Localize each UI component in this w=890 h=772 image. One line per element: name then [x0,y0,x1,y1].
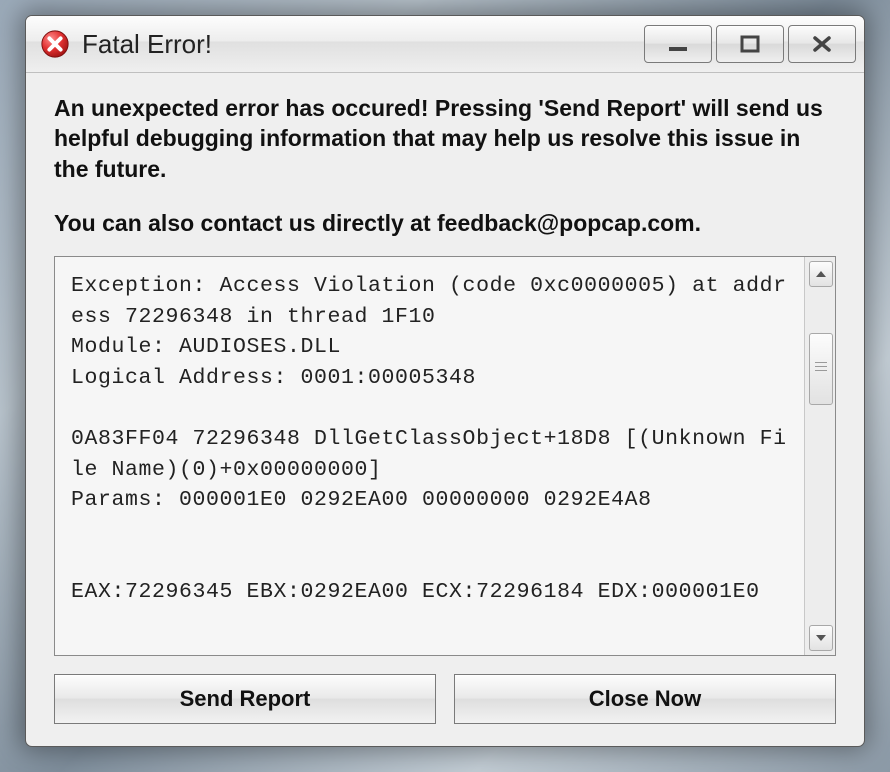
window-buttons [644,25,856,63]
minimize-button[interactable] [644,25,712,63]
error-details-box: Exception: Access Violation (code 0xc000… [54,256,836,656]
scroll-down-button[interactable] [809,625,833,651]
send-report-button[interactable]: Send Report [54,674,436,724]
error-dialog: Fatal Error! An unexpected error has occ… [25,15,865,747]
error-details-text[interactable]: Exception: Access Violation (code 0xc000… [55,257,804,655]
maximize-button[interactable] [716,25,784,63]
error-message-primary: An unexpected error has occured! Pressin… [54,93,836,184]
scrollbar[interactable] [804,257,835,655]
titlebar[interactable]: Fatal Error! [26,16,864,73]
scroll-thumb[interactable] [809,333,833,405]
window-title: Fatal Error! [82,29,644,60]
scroll-up-button[interactable] [809,261,833,287]
error-icon [40,29,70,59]
close-now-button[interactable]: Close Now [454,674,836,724]
close-window-button[interactable] [788,25,856,63]
dialog-body: An unexpected error has occured! Pressin… [26,73,864,746]
error-message-secondary: You can also contact us directly at feed… [54,208,836,238]
dialog-button-row: Send Report Close Now [54,674,836,724]
